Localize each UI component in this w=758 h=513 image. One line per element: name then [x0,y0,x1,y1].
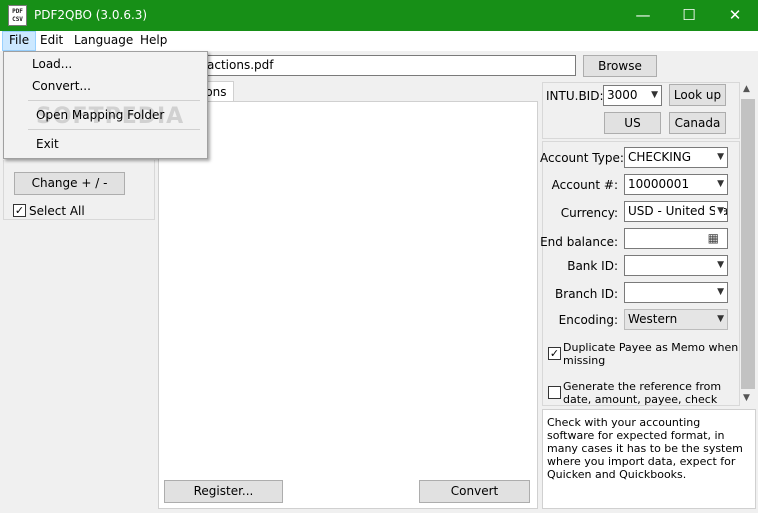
transactions-list[interactable] [158,101,538,509]
generate-reference-label: Generate the reference from date, amount… [563,380,739,406]
duplicate-payee-label-line1: Duplicate Payee as Memo when [563,341,739,354]
branch-id-label: Branch ID: [555,287,618,301]
close-button[interactable]: ✕ [712,0,758,31]
generate-reference-label-line2: date, amount, payee, check [563,393,718,406]
app-icon-text-top: PDF [12,8,23,15]
menu-item-convert[interactable]: Convert... [32,79,91,93]
branch-id-select[interactable]: ▼ [624,282,728,303]
scrollbar-thumb[interactable] [741,99,755,389]
menu-separator [28,100,200,101]
account-type-label: Account Type: [540,151,624,165]
account-type-select[interactable]: CHECKING ▼ [624,147,728,168]
account-number-value: 10000001 [628,177,690,191]
register-button[interactable]: Register... [164,480,283,503]
select-all-checkbox[interactable]: ✓ [13,204,26,217]
account-number-select[interactable]: 10000001 ▼ [624,174,728,195]
app-icon-text-bottom: CSV [12,16,23,23]
end-balance-label: End balance: [540,235,618,249]
chevron-down-icon: ▼ [717,314,724,324]
menu-help[interactable]: Help [134,31,173,51]
encoding-select[interactable]: Western ▼ [624,309,728,330]
encoding-label: Encoding: [558,313,618,327]
account-type-value: CHECKING [628,150,692,164]
menu-separator [28,129,200,130]
change-sign-button[interactable]: Change + / - [14,172,125,195]
duplicate-payee-label-line2: missing [563,354,606,367]
scroll-down-icon[interactable]: ▼ [743,393,750,403]
duplicate-payee-label: Duplicate Payee as Memo when missing [563,341,739,367]
generate-reference-label-line1: Generate the reference from [563,380,722,393]
menu-file[interactable]: File [2,31,37,51]
chevron-down-icon: ▼ [717,179,724,189]
chevron-down-icon: ▼ [651,90,658,100]
menu-language[interactable]: Language [68,31,139,51]
currency-value: USD - United Sta [628,204,728,218]
chevron-down-icon: ▼ [717,287,724,297]
menu-edit[interactable]: Edit [34,31,69,51]
chevron-down-icon: ▼ [715,202,724,221]
bank-id-select[interactable]: ▼ [624,255,728,276]
browse-button[interactable]: Browse [583,55,657,77]
file-path-input[interactable]: actions.pdf [206,55,576,76]
scroll-up-icon[interactable]: ▲ [743,84,750,94]
chevron-down-icon: ▼ [717,152,724,162]
minimize-button[interactable]: — [620,0,666,31]
bank-id-label: Bank ID: [567,259,618,273]
canada-button[interactable]: Canada [669,112,726,134]
convert-button[interactable]: Convert [419,480,530,503]
menu-item-open-mapping-folder[interactable]: Open Mapping Folder [36,108,164,122]
encoding-value: Western [628,312,678,326]
lookup-button[interactable]: Look up [669,84,726,106]
intu-bid-value: 3000 [607,88,638,102]
intu-bid-label: INTU.BID: [546,89,604,103]
end-balance-input[interactable]: ▦ [624,228,728,249]
intu-bid-select[interactable]: 3000 ▼ [603,85,662,106]
maximize-button[interactable]: ☐ [666,0,712,31]
calculator-icon[interactable]: ▦ [708,229,719,248]
app-icon: PDF CSV [8,5,27,26]
menu-item-exit[interactable]: Exit [36,137,59,151]
duplicate-payee-checkbox[interactable]: ✓ [548,347,561,360]
currency-select[interactable]: USD - United Sta ▼ [624,201,728,222]
window-title: PDF2QBO (3.0.6.3) [34,8,148,22]
menu-item-load[interactable]: Load... [32,57,72,71]
select-all-label: Select All [29,204,85,218]
generate-reference-checkbox[interactable] [548,386,561,399]
info-text: Check with your accounting software for … [547,416,743,481]
chevron-down-icon: ▼ [717,260,724,270]
us-button[interactable]: US [604,112,661,134]
account-number-label: Account #: [551,178,618,192]
currency-label: Currency: [560,206,618,220]
